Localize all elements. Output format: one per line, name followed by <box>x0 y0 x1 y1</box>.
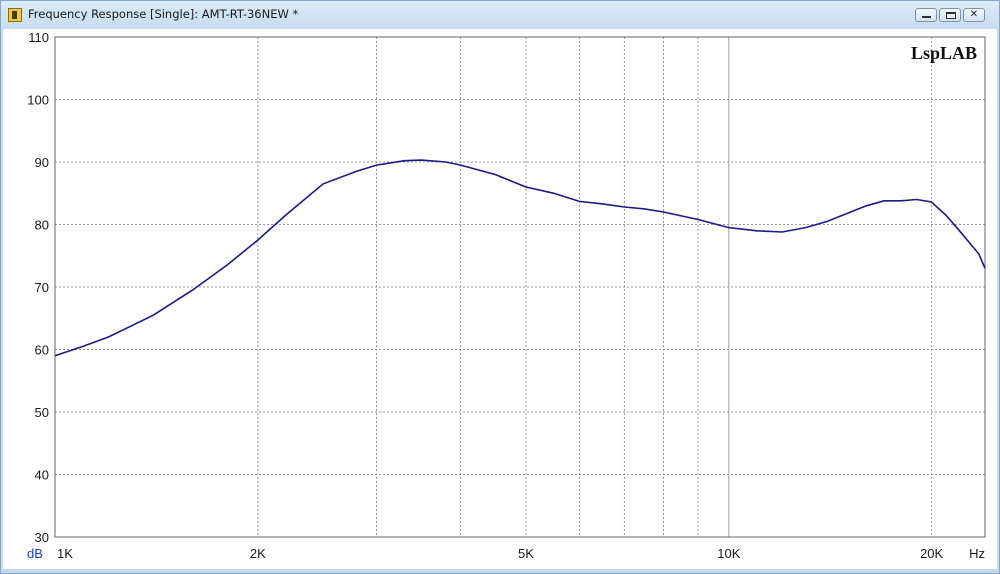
y-tick-label: 110 <box>28 30 49 45</box>
y-tick-label: 40 <box>35 468 49 483</box>
close-icon: ✕ <box>969 9 979 20</box>
y-tick-label: 80 <box>35 218 49 233</box>
maximize-icon <box>946 12 956 19</box>
window-title: Frequency Response [Single]: AMT-RT-36NE… <box>28 7 299 21</box>
title-bar[interactable]: Frequency Response [Single]: AMT-RT-36NE… <box>1 1 999 29</box>
x-axis-unit-label: Hz <box>969 546 985 561</box>
minimize-icon <box>922 13 931 18</box>
app-window: Frequency Response [Single]: AMT-RT-36NE… <box>0 0 1000 574</box>
close-button[interactable]: ✕ <box>963 8 985 22</box>
y-tick-label: 70 <box>35 280 49 295</box>
watermark-label: LspLAB <box>911 43 977 63</box>
y-tick-label: 60 <box>35 343 49 358</box>
y-axis-unit-label: dB <box>27 546 43 561</box>
x-tick-label: 10K <box>717 546 740 561</box>
y-tick-label: 90 <box>35 155 49 170</box>
minimize-button[interactable] <box>915 8 937 22</box>
x-tick-label: 20K <box>920 546 943 561</box>
y-tick-label: 50 <box>35 405 49 420</box>
frequency-response-chart[interactable]: 110 100 90 80 70 60 50 40 30 1K 2K 5K 10K 20K LspLAB… <box>3 29 997 569</box>
x-tick-label: 2K <box>250 546 266 561</box>
speaker-app-icon[interactable] <box>8 8 22 22</box>
maximize-button[interactable] <box>939 8 961 22</box>
y-tick-label: 100 <box>27 93 49 108</box>
chart-background <box>3 29 997 569</box>
y-tick-label: 30 <box>35 530 49 545</box>
x-tick-label: 1K <box>57 546 73 561</box>
chart-area[interactable]: 110 100 90 80 70 60 50 40 30 1K 2K 5K 10K 20K LspLAB… <box>3 29 997 569</box>
x-tick-label: 5K <box>518 546 534 561</box>
